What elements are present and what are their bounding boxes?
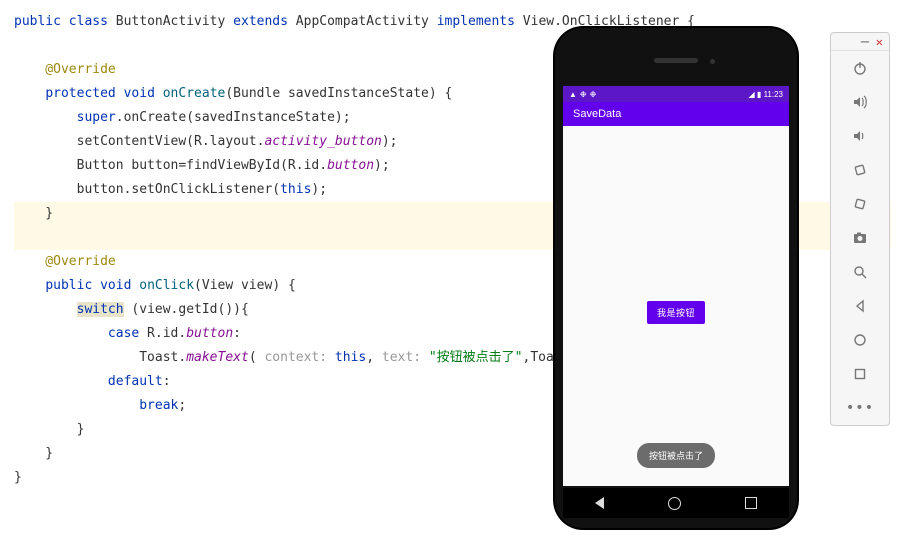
emulator-device: ▲ ❉ ❉ ◢ ▮ 11:23 SaveData 我是按钮 按钮被点击了	[555, 28, 797, 528]
nav-back-button[interactable]	[831, 289, 889, 323]
app-title: SaveData	[573, 108, 621, 120]
more-button[interactable]: •••	[831, 391, 889, 425]
home-icon[interactable]	[668, 497, 681, 510]
close-icon[interactable]: ✕	[876, 35, 883, 49]
screenshot-button[interactable]	[831, 221, 889, 255]
volume-up-button[interactable]	[831, 85, 889, 119]
android-statusbar: ▲ ❉ ❉ ◢ ▮ 11:23	[563, 86, 789, 102]
volume-up-icon	[852, 94, 868, 110]
app-body: 我是按钮 按钮被点击了	[563, 126, 789, 486]
clock-text: 11:23	[764, 90, 783, 99]
back-triangle-icon	[852, 298, 868, 314]
volume-down-button[interactable]	[831, 119, 889, 153]
android-navbar	[563, 488, 789, 518]
power-icon	[852, 60, 868, 76]
minimize-icon[interactable]: −	[860, 38, 870, 46]
app-bar: SaveData	[563, 102, 789, 126]
emulator-screen[interactable]: ▲ ❉ ❉ ◢ ▮ 11:23 SaveData 我是按钮 按钮被点击了	[563, 86, 789, 486]
rotate-left-button[interactable]	[831, 153, 889, 187]
bug-icon: ❉	[580, 90, 587, 99]
warning-icon: ▲	[569, 90, 577, 99]
volume-down-icon	[852, 128, 868, 144]
recents-icon[interactable]	[745, 497, 757, 509]
emulator-toolbar: − ✕ •••	[830, 32, 890, 426]
phone-earpiece	[654, 58, 698, 63]
circle-icon	[852, 332, 868, 348]
nav-home-button[interactable]	[831, 323, 889, 357]
signal-icon: ◢	[749, 90, 755, 99]
camera-icon	[852, 230, 868, 246]
nav-overview-button[interactable]	[831, 357, 889, 391]
search-icon	[852, 264, 868, 280]
app-button[interactable]: 我是按钮	[647, 301, 705, 324]
rotate-left-icon	[852, 162, 868, 178]
rotate-right-icon	[852, 196, 868, 212]
zoom-button[interactable]	[831, 255, 889, 289]
square-icon	[852, 366, 868, 382]
power-button[interactable]	[831, 51, 889, 85]
battery-icon: ▮	[757, 90, 761, 99]
more-icon: •••	[852, 400, 868, 416]
back-icon[interactable]	[595, 497, 604, 509]
bug-icon: ❉	[590, 90, 597, 99]
toast: 按钮被点击了	[637, 443, 715, 468]
phone-sensor-icon	[710, 59, 715, 64]
rotate-right-button[interactable]	[831, 187, 889, 221]
